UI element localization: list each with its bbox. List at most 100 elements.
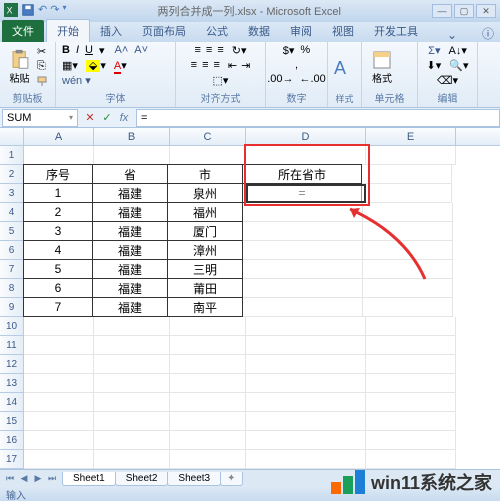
tab-review[interactable]: 审阅 [280, 20, 322, 42]
cell[interactable] [243, 241, 363, 260]
tab-nav-next[interactable]: ▶ [32, 473, 44, 485]
copy-icon[interactable]: ⎘ [37, 60, 49, 73]
cell[interactable] [363, 222, 453, 241]
cell[interactable] [366, 146, 456, 165]
cell[interactable] [366, 374, 456, 393]
col-header-A[interactable]: A [24, 128, 94, 145]
cell[interactable] [170, 450, 246, 469]
cell[interactable] [24, 393, 94, 412]
merge-button[interactable]: ⬚▾ [213, 74, 229, 87]
row-header[interactable]: 9 [0, 298, 24, 317]
row-header[interactable]: 3 [0, 184, 24, 203]
cell[interactable]: 4 [23, 240, 93, 260]
cell[interactable]: 漳州 [167, 240, 243, 260]
cell[interactable] [170, 317, 246, 336]
cell[interactable] [366, 393, 456, 412]
save-icon[interactable] [21, 3, 35, 20]
cell[interactable] [366, 450, 456, 469]
row-header[interactable]: 7 [0, 260, 24, 279]
clear-button[interactable]: ⌫▾ [437, 74, 458, 87]
cell[interactable]: 1 [23, 183, 93, 203]
cell[interactable] [246, 393, 366, 412]
row-header[interactable]: 2 [0, 165, 24, 184]
cell[interactable] [363, 298, 453, 317]
cell[interactable]: 7 [23, 297, 93, 317]
cell[interactable] [243, 298, 363, 317]
tab-insert[interactable]: 插入 [90, 20, 132, 42]
col-header-C[interactable]: C [170, 128, 246, 145]
tab-view[interactable]: 视图 [322, 20, 364, 42]
col-header-B[interactable]: B [94, 128, 170, 145]
cell[interactable] [24, 450, 94, 469]
tab-formulas[interactable]: 公式 [196, 20, 238, 42]
cell[interactable]: 福建 [92, 278, 168, 298]
row-header[interactable]: 13 [0, 374, 24, 393]
dec-inc-button[interactable]: .00→ [267, 73, 293, 85]
cell[interactable]: 泉州 [167, 183, 243, 203]
cell[interactable] [366, 412, 456, 431]
row-header[interactable]: 6 [0, 241, 24, 260]
col-header-D[interactable]: D [246, 128, 366, 145]
cell[interactable]: 莆田 [167, 278, 243, 298]
cell[interactable]: 福建 [92, 221, 168, 241]
sheet-tab-add[interactable]: ✦ [220, 472, 242, 486]
cell[interactable] [362, 184, 452, 203]
cell[interactable] [243, 279, 363, 298]
align-left-icon[interactable]: ≡ [191, 59, 197, 72]
row-header[interactable]: 17 [0, 450, 24, 469]
tab-nav-prev[interactable]: ◀ [18, 473, 30, 485]
cell[interactable] [24, 355, 94, 374]
tab-data[interactable]: 数据 [238, 20, 280, 42]
sum-button[interactable]: Σ▾ [428, 44, 440, 57]
cut-icon[interactable]: ✂ [37, 45, 49, 58]
cell[interactable] [363, 241, 453, 260]
cell[interactable] [170, 431, 246, 450]
cell[interactable] [24, 431, 94, 450]
cell[interactable] [170, 393, 246, 412]
cell[interactable] [366, 336, 456, 355]
cell[interactable]: 福建 [92, 259, 168, 279]
styles-button[interactable]: A [334, 58, 346, 79]
cell[interactable]: 南平 [167, 297, 243, 317]
cell[interactable]: 三明 [167, 259, 243, 279]
cell[interactable]: 厦门 [167, 221, 243, 241]
cell[interactable] [246, 374, 366, 393]
cell[interactable] [94, 450, 170, 469]
row-header[interactable]: 8 [0, 279, 24, 298]
cell[interactable] [363, 260, 453, 279]
find-button[interactable]: 🔍▾ [449, 59, 468, 72]
cell[interactable] [94, 412, 170, 431]
tab-pagelayout[interactable]: 页面布局 [132, 20, 196, 42]
cell[interactable] [94, 146, 170, 165]
cell[interactable]: 序号 [23, 164, 93, 184]
format-button[interactable]: 格式 [368, 49, 396, 85]
italic-button[interactable]: I [76, 44, 79, 57]
sheet-tab-2[interactable]: Sheet2 [115, 472, 169, 486]
cell[interactable] [170, 355, 246, 374]
cell[interactable] [366, 431, 456, 450]
close-button[interactable]: ✕ [476, 4, 496, 18]
cell[interactable]: 福建 [92, 297, 168, 317]
cell[interactable] [246, 412, 366, 431]
cell[interactable]: 省 [92, 164, 168, 184]
tab-file[interactable]: 文件 [2, 20, 44, 42]
row-header[interactable]: 16 [0, 431, 24, 450]
redo-icon[interactable]: ↷ [50, 3, 59, 20]
cell[interactable]: 福建 [92, 202, 168, 222]
cell[interactable] [243, 222, 363, 241]
fill-button[interactable]: ⬇▾ [427, 59, 442, 72]
border-button[interactable]: ▦▾ [62, 59, 78, 72]
minimize-button[interactable]: — [432, 4, 452, 18]
cancel-formula-button[interactable]: ✕ [82, 110, 98, 126]
tab-nav-last[interactable]: ⏭ [46, 473, 58, 485]
cell[interactable] [94, 317, 170, 336]
cell[interactable]: 6 [23, 278, 93, 298]
row-header[interactable]: 1 [0, 146, 24, 165]
fill-color-button[interactable]: ⬙▾ [86, 59, 106, 72]
sheet-tab-3[interactable]: Sheet3 [167, 472, 221, 486]
cell[interactable] [246, 431, 366, 450]
cell[interactable] [246, 450, 366, 469]
row-header[interactable]: 11 [0, 336, 24, 355]
cell[interactable] [363, 279, 453, 298]
ribbon-min-icon[interactable]: ⌄ [447, 28, 457, 42]
